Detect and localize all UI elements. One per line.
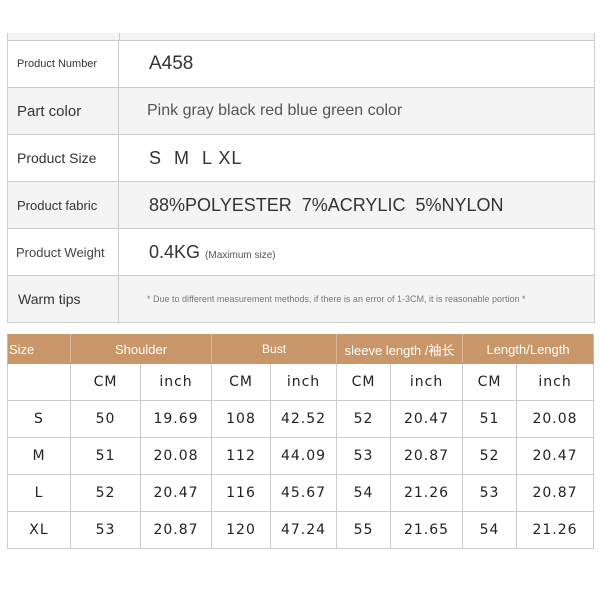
measurement-cell: 52 [462, 437, 518, 475]
size-label-cell: M [7, 437, 71, 475]
measurement-cell: 54 [462, 511, 518, 549]
spec-row-warm-tips: Warm tips * Due to different measurement… [8, 276, 594, 322]
measurement-cell: 20.87 [139, 511, 213, 549]
spec-value: A458 [149, 53, 194, 74]
measurement-cell: 53 [462, 474, 518, 512]
spec-value: * Due to different measurement methods, … [147, 294, 526, 304]
measurement-cell: 50 [70, 400, 141, 438]
size-table-body: S 50 19.69 108 42.52 52 20.47 51 20.08 M 51 20.08 11… [7, 400, 595, 549]
spec-label: Product Number [8, 41, 119, 87]
table-row: XL 53 20.87 120 47.24 55 21.65 54 21.26 [7, 511, 595, 549]
measurement-cell: 53 [70, 511, 141, 549]
measurement-cell: 20.47 [390, 400, 464, 438]
spec-row-part-color: Part color Pink gray black red blue gree… [8, 88, 594, 135]
measurement-cell: 19.69 [139, 400, 213, 438]
measurement-cell: 21.26 [516, 511, 595, 549]
product-spec-table: Product Number A458 Part color Pink gray… [7, 33, 595, 323]
units-row: CM inch CM inch CM inch CM inch [7, 363, 595, 401]
measurement-cell: 20.47 [516, 437, 595, 475]
header-length: Length/Length [462, 334, 595, 364]
table-row: M 51 20.08 112 44.09 53 20.87 52 20.47 [7, 437, 595, 475]
spec-label: Part color [8, 88, 119, 134]
measurement-cell: 21.26 [390, 474, 464, 512]
unit-cell: inch [390, 363, 464, 401]
unit-cell: inch [516, 363, 595, 401]
measurement-cell: 55 [336, 511, 392, 549]
unit-cell [7, 363, 71, 401]
measurement-cell: 51 [70, 437, 141, 475]
measurement-cell: 54 [336, 474, 392, 512]
spec-row-product-weight: Product Weight 0.4KG (Maximum size) [8, 229, 594, 276]
spec-value: 88%POLYESTER 7%ACRYLIC 5%NYLON [149, 194, 504, 215]
size-label-cell: L [7, 474, 71, 512]
unit-cell: CM [336, 363, 392, 401]
measurement-cell: 51 [462, 400, 518, 438]
size-label-cell: XL [7, 511, 71, 549]
spec-label: Warm tips [8, 276, 119, 322]
spec-label: Product fabric [8, 182, 119, 228]
table-row: L 52 20.47 116 45.67 54 21.26 53 20.87 [7, 474, 595, 512]
spec-label: Product Weight [8, 229, 119, 275]
unit-cell: CM [211, 363, 272, 401]
spec-row-product-number: Product Number A458 [8, 41, 594, 88]
measurement-cell: 20.08 [516, 400, 595, 438]
spec-value: Pink gray black red blue green color [147, 102, 403, 119]
spec-label: Product Size [8, 135, 119, 181]
measurement-cell: 53 [336, 437, 392, 475]
measurement-cell: 47.24 [270, 511, 338, 549]
unit-cell: inch [270, 363, 338, 401]
measurement-cell: 45.67 [270, 474, 338, 512]
measurement-cell: 52 [70, 474, 141, 512]
unit-cell: inch [139, 363, 213, 401]
measurement-cell: 108 [211, 400, 272, 438]
size-table-header: Size Shoulder Bust sleeve length /袖长 Len… [7, 334, 595, 364]
header-bust: Bust [211, 334, 338, 364]
spec-top-strip [8, 33, 594, 41]
spec-row-product-size: Product Size S M L XL [8, 135, 594, 182]
weight-note: (Maximum size) [205, 249, 276, 261]
table-row: S 50 19.69 108 42.52 52 20.47 51 20.08 [7, 400, 595, 438]
size-chart-table: Size Shoulder Bust sleeve length /袖长 Len… [7, 334, 595, 549]
measurement-cell: 120 [211, 511, 272, 549]
unit-cell: CM [70, 363, 141, 401]
measurement-cell: 52 [336, 400, 392, 438]
measurement-cell: 42.52 [270, 400, 338, 438]
measurement-cell: 44.09 [270, 437, 338, 475]
spec-value: 0.4KG (Maximum size) [119, 242, 276, 263]
spec-value: S M L XL [149, 147, 243, 168]
unit-cell: CM [462, 363, 518, 401]
measurement-cell: 20.08 [139, 437, 213, 475]
weight-value: 0.4KG [149, 241, 201, 262]
size-label-cell: S [7, 400, 71, 438]
header-size: Size [7, 334, 71, 364]
measurement-cell: 20.87 [516, 474, 595, 512]
measurement-cell: 20.87 [390, 437, 464, 475]
measurement-cell: 116 [211, 474, 272, 512]
measurement-cell: 21.65 [390, 511, 464, 549]
spec-row-product-fabric: Product fabric 88%POLYESTER 7%ACRYLIC 5%… [8, 182, 594, 229]
measurement-cell: 112 [211, 437, 272, 475]
measurement-cell: 20.47 [139, 474, 213, 512]
header-shoulder: Shoulder [69, 334, 213, 364]
header-sleeve-length: sleeve length /袖长 [336, 334, 464, 364]
